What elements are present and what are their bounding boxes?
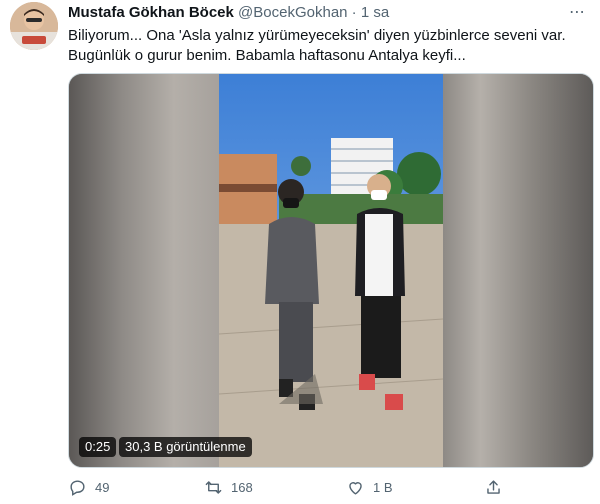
video-duration-badge: 0:25	[79, 437, 117, 457]
tweet-actions: 49 168 1 B	[68, 478, 538, 498]
avatar-image	[10, 2, 58, 50]
separator-dot: ·	[351, 4, 357, 21]
tweet-text-line: Biliyorum... Ona 'Asla yalnız yürümeyece…	[68, 27, 566, 44]
heart-icon	[349, 482, 362, 495]
video-blur-left	[69, 74, 219, 467]
reply-icon	[70, 480, 85, 496]
author-name[interactable]: Mustafa Gökhan Böcek	[68, 4, 234, 21]
reply-button[interactable]: 49	[68, 478, 109, 497]
video-player[interactable]: 0:25 30,3 B görüntülenme	[68, 73, 594, 468]
video-still	[219, 74, 443, 467]
author-handle[interactable]: @BocekGokhan	[238, 4, 347, 21]
share-button[interactable]	[484, 478, 503, 497]
retweet-icon	[205, 481, 222, 494]
video-blur-right	[443, 74, 593, 467]
like-count: 1 B	[373, 480, 393, 495]
more-icon[interactable]: ⋯	[569, 2, 586, 22]
retweet-count: 168	[231, 480, 253, 495]
retweet-button[interactable]: 168	[204, 478, 253, 497]
avatar[interactable]	[10, 2, 58, 50]
share-icon	[487, 480, 500, 494]
reply-count: 49	[95, 480, 110, 495]
tweet-time[interactable]: 1 sa	[361, 4, 389, 21]
tweet-text-line: Bugünlük o gurur benim. Babamla haftason…	[68, 47, 466, 64]
tweet-text: Biliyorum... Ona 'Asla yalnız yürümeyece…	[68, 26, 588, 66]
video-frame	[219, 74, 443, 467]
tweet-header: Mustafa Gökhan Böcek @BocekGokhan · 1 sa	[68, 4, 389, 22]
video-views-badge: 30,3 B görüntülenme	[119, 437, 252, 457]
like-button[interactable]: 1 B	[346, 478, 393, 497]
